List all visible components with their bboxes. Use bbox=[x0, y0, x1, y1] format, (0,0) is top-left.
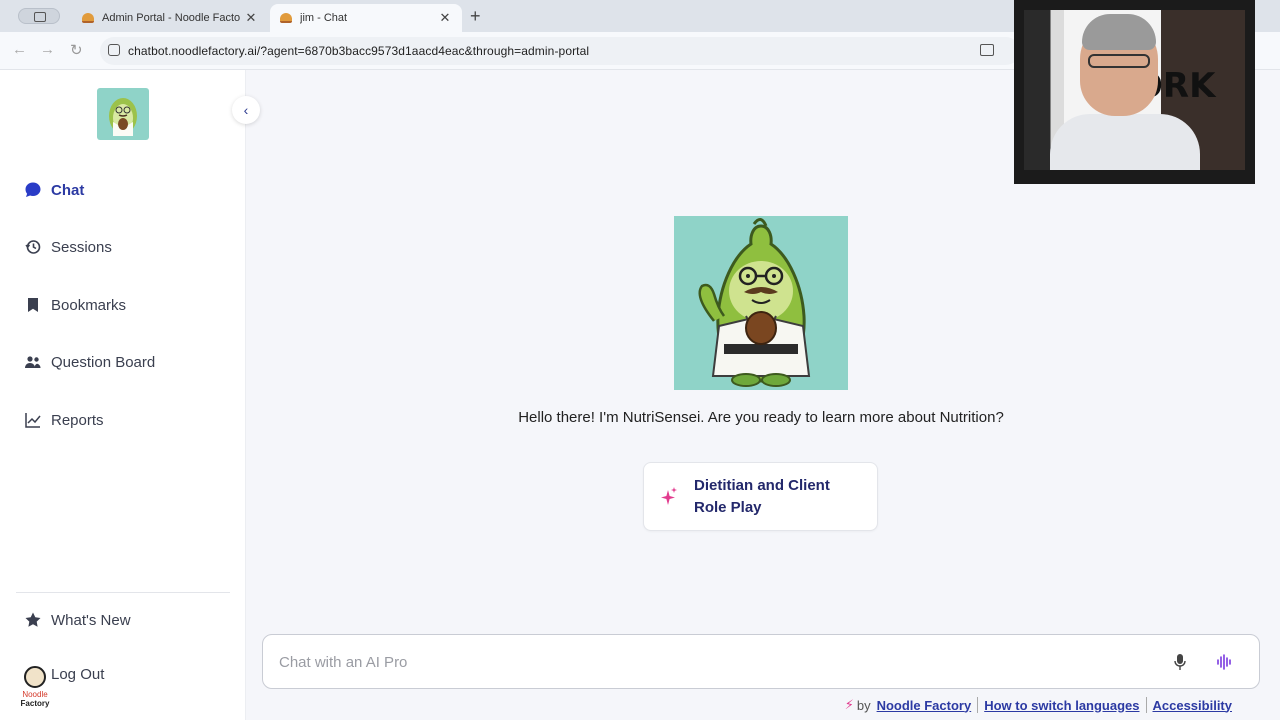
brand-line-2: Factory bbox=[20, 699, 50, 708]
footer: ⚡ by Noodle Factory How to switch langua… bbox=[845, 697, 1232, 713]
bookmark-icon bbox=[24, 296, 42, 314]
microphone-icon[interactable] bbox=[1169, 649, 1191, 675]
chat-input-box bbox=[262, 634, 1260, 689]
noodle-factory-link[interactable]: Noodle Factory bbox=[877, 698, 972, 713]
sidebar-item-label: What's New bbox=[51, 611, 131, 629]
sidebar-item-question-board[interactable]: Question Board bbox=[24, 349, 155, 375]
bolt-icon: ⚡ bbox=[844, 697, 854, 712]
collapse-sidebar-button[interactable]: ‹ bbox=[232, 96, 260, 124]
trend-chart-icon bbox=[24, 411, 42, 429]
agent-avatar-logo bbox=[97, 88, 149, 140]
tab-admin-portal[interactable]: Admin Portal - Noodle Factory ✕ bbox=[72, 4, 268, 32]
presenter-glasses bbox=[1088, 54, 1150, 68]
sparkle-icon bbox=[644, 486, 694, 508]
sidebar-item-chat[interactable]: Chat bbox=[24, 177, 84, 203]
tab-jim-chat[interactable]: jim - Chat ✕ bbox=[270, 4, 462, 32]
presenter-shirt bbox=[1050, 114, 1200, 170]
footer-separator bbox=[977, 697, 979, 713]
tab-search-icon[interactable] bbox=[18, 8, 60, 24]
sidebar-item-label: Question Board bbox=[51, 353, 156, 371]
suggestion-label: Dietitian and Client Role Play bbox=[694, 476, 830, 516]
voice-waveform-icon[interactable] bbox=[1213, 649, 1235, 675]
sidebar-item-whats-new[interactable]: What's New bbox=[24, 607, 131, 633]
sidebar-item-bookmarks[interactable]: Bookmarks bbox=[24, 292, 126, 318]
site-info-icon[interactable] bbox=[108, 44, 120, 56]
users-icon bbox=[24, 353, 42, 371]
noodle-factory-logo: Noodle Factory bbox=[18, 666, 52, 708]
sidebar-item-sessions[interactable]: Sessions bbox=[24, 234, 112, 260]
noodle-bowl-icon bbox=[24, 666, 46, 688]
noodle-favicon-icon bbox=[280, 13, 292, 23]
address-bar[interactable]: chatbot.noodlefactory.ai/?agent=6870b3ba… bbox=[100, 37, 1020, 65]
forward-arrow-icon[interactable]: → bbox=[40, 41, 55, 58]
new-tab-icon[interactable]: + bbox=[470, 6, 481, 27]
accessibility-link[interactable]: Accessibility bbox=[1153, 698, 1233, 713]
chat-bubble-icon bbox=[24, 181, 42, 199]
presenter-hair bbox=[1082, 14, 1156, 50]
reload-icon[interactable]: ↻ bbox=[70, 41, 83, 59]
history-icon bbox=[24, 238, 42, 256]
close-tab-icon[interactable]: ✕ bbox=[438, 10, 452, 26]
install-app-icon[interactable] bbox=[980, 44, 994, 56]
brand-line-1: Noodle bbox=[22, 690, 48, 699]
back-arrow-icon[interactable]: ← bbox=[12, 41, 27, 58]
footer-separator bbox=[1145, 697, 1147, 713]
webcam-video-frame: @ORK bbox=[1024, 10, 1245, 170]
noodle-favicon-icon bbox=[82, 13, 94, 23]
webcam-overlay: @ORK bbox=[1014, 0, 1255, 184]
tab-title: Admin Portal - Noodle Factory bbox=[102, 12, 240, 24]
sidebar-item-label: Sessions bbox=[51, 238, 112, 256]
sidebar-item-reports[interactable]: Reports bbox=[24, 407, 104, 433]
switch-languages-link[interactable]: How to switch languages bbox=[984, 698, 1139, 713]
footer-by-text: by bbox=[856, 697, 871, 713]
chevron-left-icon: ‹ bbox=[243, 102, 249, 118]
sidebar-item-label: Bookmarks bbox=[51, 296, 127, 314]
agent-avatar-image bbox=[674, 216, 848, 390]
close-tab-icon[interactable]: ✕ bbox=[244, 10, 258, 26]
suggestion-card[interactable]: Dietitian and Client Role Play bbox=[643, 462, 878, 531]
sidebar-item-label: Reports bbox=[51, 411, 104, 429]
sidebar-item-label: Chat bbox=[51, 181, 85, 199]
url-text: chatbot.noodlefactory.ai/?agent=6870b3ba… bbox=[128, 44, 590, 58]
tab-title: jim - Chat bbox=[300, 12, 348, 24]
sidebar: Chat Sessions Bookmarks Question Board R… bbox=[0, 70, 246, 720]
sidebar-divider bbox=[16, 592, 230, 593]
welcome-message: Hello there! I'm NutriSensei. Are you re… bbox=[518, 409, 1004, 426]
chat-input[interactable] bbox=[279, 651, 1139, 673]
sidebar-item-label: Log Out bbox=[51, 665, 105, 683]
star-icon bbox=[24, 611, 42, 629]
